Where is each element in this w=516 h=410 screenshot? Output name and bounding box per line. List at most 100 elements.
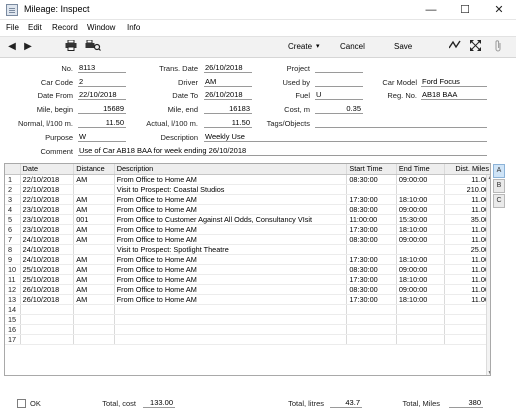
- date-cell[interactable]: 23/10/2018: [20, 214, 75, 225]
- date-from-field[interactable]: 22/10/2018: [78, 90, 126, 100]
- date-to-field[interactable]: 26/10/2018: [204, 90, 252, 100]
- description-cell[interactable]: [114, 314, 348, 325]
- description-cell[interactable]: From Office to Home AM: [114, 234, 348, 245]
- menu-edit[interactable]: Edit: [28, 23, 42, 32]
- date-cell[interactable]: 22/10/2018: [20, 174, 75, 185]
- description-cell[interactable]: From Office to Home AM: [114, 254, 348, 265]
- dist-miles-cell[interactable]: 35.00: [444, 214, 490, 225]
- tab-c[interactable]: C: [493, 194, 505, 208]
- dist-miles-cell[interactable]: 11.00: [444, 204, 490, 215]
- mile-begin-field[interactable]: 15689: [78, 104, 126, 114]
- description-cell[interactable]: From Office to Home AM: [114, 264, 348, 275]
- description-cell[interactable]: Visit to Prospect: Coastal Studios: [114, 184, 348, 195]
- start-time-cell[interactable]: [346, 184, 397, 195]
- menu-info[interactable]: Info: [127, 23, 140, 32]
- driver-field[interactable]: AM: [204, 77, 252, 87]
- end-time-cell[interactable]: [396, 334, 446, 345]
- normal-consumption-field[interactable]: 11.50: [78, 118, 126, 128]
- date-cell[interactable]: 22/10/2018: [20, 194, 75, 205]
- tab-a[interactable]: A: [493, 164, 505, 178]
- distance-cell[interactable]: [73, 314, 115, 325]
- comment-field[interactable]: Use of Car AB18 BAA for week ending 26/1…: [78, 146, 487, 156]
- dist-miles-cell[interactable]: [444, 304, 490, 315]
- end-time-cell[interactable]: 18:10:00: [396, 224, 446, 235]
- dist-miles-cell[interactable]: 11.00: [444, 254, 490, 265]
- distance-cell[interactable]: [73, 334, 115, 345]
- table-row[interactable]: 11 25/10/2018 AM From Office to Home AM 17:3…: [5, 274, 490, 285]
- end-time-cell[interactable]: 18:10:00: [396, 254, 446, 265]
- distance-cell[interactable]: [73, 184, 115, 195]
- minimize-button[interactable]: —: [414, 0, 448, 20]
- trans-date-field[interactable]: 26/10/2018: [204, 63, 252, 73]
- distance-cell[interactable]: AM: [73, 204, 115, 215]
- dist-miles-cell[interactable]: [444, 324, 490, 335]
- date-cell[interactable]: 24/10/2018: [20, 254, 75, 265]
- table-row[interactable]: 6 23/10/2018 AM From Office to Home AM 17:30…: [5, 224, 490, 235]
- dist-miles-cell[interactable]: 210.00: [444, 184, 490, 195]
- start-time-cell[interactable]: 08:30:00: [346, 174, 397, 185]
- date-cell[interactable]: 25/10/2018: [20, 274, 75, 285]
- fuel-field[interactable]: U: [315, 90, 363, 100]
- dist-miles-cell[interactable]: 11.00: [444, 274, 490, 285]
- description-cell[interactable]: [114, 334, 348, 345]
- start-time-cell[interactable]: 17:30:00: [346, 254, 397, 265]
- distance-cell[interactable]: AM: [73, 254, 115, 265]
- table-row[interactable]: 8 24/10/2018 Visit to Prospect: Spotlight …: [5, 244, 490, 255]
- end-time-cell[interactable]: [396, 314, 446, 325]
- date-cell[interactable]: 26/10/2018: [20, 284, 75, 295]
- description-cell[interactable]: From Office to Home AM: [114, 194, 348, 205]
- description-cell[interactable]: [114, 304, 348, 315]
- cancel-button[interactable]: Cancel: [340, 42, 365, 51]
- end-time-cell[interactable]: 09:00:00: [396, 284, 446, 295]
- start-time-cell[interactable]: 17:30:00: [346, 294, 397, 305]
- col-header-description[interactable]: Description: [114, 164, 348, 175]
- table-row[interactable]: 17: [5, 334, 490, 345]
- end-time-cell[interactable]: 09:00:00: [396, 234, 446, 245]
- create-button[interactable]: Create: [288, 42, 312, 51]
- table-row[interactable]: 2 22/10/2018 Visit to Prospect: Coastal St…: [5, 184, 490, 195]
- cost-per-mile-field[interactable]: 0.35: [315, 104, 363, 114]
- next-record-icon[interactable]: ▶: [20, 40, 36, 54]
- distance-cell[interactable]: [73, 324, 115, 335]
- attachment-icon[interactable]: [490, 40, 506, 54]
- dist-miles-cell[interactable]: 11.00: [444, 174, 490, 185]
- description-field[interactable]: Weekly Use: [204, 132, 487, 142]
- dist-miles-cell[interactable]: 11.00: [444, 284, 490, 295]
- distance-cell[interactable]: AM: [73, 264, 115, 275]
- end-time-cell[interactable]: 18:10:00: [396, 274, 446, 285]
- date-cell[interactable]: [20, 334, 75, 345]
- no-field[interactable]: 8113: [78, 63, 126, 73]
- end-time-cell[interactable]: [396, 244, 446, 255]
- start-time-cell[interactable]: [346, 244, 397, 255]
- table-row[interactable]: 16: [5, 324, 490, 335]
- distance-cell[interactable]: AM: [73, 194, 115, 205]
- dist-miles-cell[interactable]: 11.00: [444, 234, 490, 245]
- distance-cell[interactable]: AM: [73, 234, 115, 245]
- save-button[interactable]: Save: [394, 42, 412, 51]
- dist-miles-cell[interactable]: 25.00: [444, 244, 490, 255]
- end-time-cell[interactable]: [396, 304, 446, 315]
- end-time-cell[interactable]: [396, 184, 446, 195]
- close-button[interactable]: ✕: [482, 0, 516, 20]
- previous-record-icon[interactable]: ◀: [4, 40, 20, 54]
- table-row[interactable]: 14: [5, 304, 490, 315]
- col-header-start-time[interactable]: Start Time: [346, 164, 397, 175]
- tab-b[interactable]: B: [493, 179, 505, 193]
- col-header-end-time[interactable]: End Time: [396, 164, 446, 175]
- activity-icon[interactable]: [447, 40, 463, 54]
- start-time-cell[interactable]: 11:00:00: [346, 214, 397, 225]
- purpose-field[interactable]: W: [78, 132, 126, 142]
- menu-record[interactable]: Record: [52, 23, 78, 32]
- start-time-cell[interactable]: [346, 334, 397, 345]
- description-cell[interactable]: [114, 324, 348, 335]
- distance-cell[interactable]: 001: [73, 214, 115, 225]
- description-cell[interactable]: From Office to Home AM: [114, 204, 348, 215]
- car-model-field[interactable]: Ford Focus: [421, 77, 487, 87]
- end-time-cell[interactable]: [396, 324, 446, 335]
- reg-no-field[interactable]: AB18 BAA: [421, 90, 487, 100]
- date-cell[interactable]: 23/10/2018: [20, 204, 75, 215]
- start-time-cell[interactable]: 08:30:00: [346, 284, 397, 295]
- table-row[interactable]: 7 24/10/2018 AM From Office to Home AM 08:30…: [5, 234, 490, 245]
- distance-cell[interactable]: [73, 304, 115, 315]
- date-cell[interactable]: 25/10/2018: [20, 264, 75, 275]
